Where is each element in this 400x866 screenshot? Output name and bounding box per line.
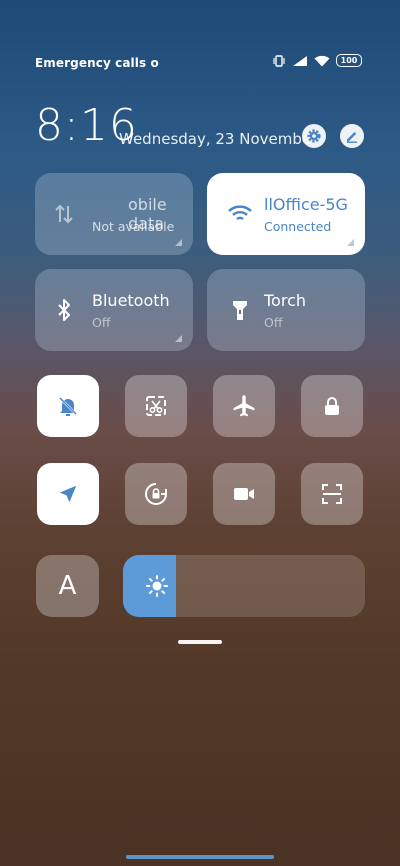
wifi-network-name: llOffice-5G bbox=[264, 195, 348, 214]
tile-mobile-data[interactable]: obile data Not available bbox=[35, 173, 193, 255]
gear-icon bbox=[306, 128, 322, 144]
screen-recorder-toggle[interactable] bbox=[213, 463, 275, 525]
tile-bluetooth[interactable]: Bluetooth Off bbox=[35, 269, 193, 351]
torch-status: Off bbox=[264, 315, 283, 330]
status-bar: Emergency calls o 100 bbox=[35, 54, 362, 72]
clock-date: Wednesday, 23 November bbox=[119, 130, 318, 148]
tile-wifi[interactable]: llOffice-5G Connected bbox=[207, 173, 365, 255]
scan-icon bbox=[320, 482, 344, 506]
wifi-status: Connected bbox=[264, 219, 332, 234]
wifi-icon bbox=[227, 201, 253, 227]
status-icons: 100 bbox=[272, 54, 362, 67]
screenshot-icon bbox=[144, 394, 168, 418]
scanner-toggle[interactable] bbox=[301, 463, 363, 525]
tile-torch[interactable]: Torch Off bbox=[207, 269, 365, 351]
location-toggle[interactable] bbox=[37, 463, 99, 525]
expand-corner bbox=[347, 239, 354, 246]
airplane-mode-toggle[interactable] bbox=[213, 375, 275, 437]
carrier-text: Emergency calls o bbox=[35, 56, 159, 70]
rotation-lock-toggle[interactable] bbox=[125, 463, 187, 525]
torch-icon bbox=[227, 297, 253, 323]
pencil-icon bbox=[344, 128, 360, 144]
mute-bell-icon bbox=[56, 394, 80, 418]
settings-button[interactable] bbox=[302, 124, 326, 148]
wifi-status-icon bbox=[314, 55, 330, 67]
edit-button[interactable] bbox=[340, 124, 364, 148]
expand-corner bbox=[175, 239, 182, 246]
panel-drag-handle[interactable] bbox=[178, 640, 222, 644]
battery-indicator: 100 bbox=[336, 54, 362, 67]
mute-toggle[interactable] bbox=[37, 375, 99, 437]
rotation-lock-icon bbox=[143, 481, 169, 507]
lock-screen-toggle[interactable] bbox=[301, 375, 363, 437]
expand-corner bbox=[175, 335, 182, 342]
bluetooth-icon bbox=[51, 297, 77, 323]
signal-icon bbox=[292, 55, 308, 67]
airplane-icon bbox=[231, 393, 257, 419]
vibrate-icon bbox=[272, 54, 286, 67]
bluetooth-status: Off bbox=[92, 315, 111, 330]
sun-icon bbox=[145, 574, 169, 598]
font-size-button[interactable]: A bbox=[36, 555, 99, 617]
lock-icon bbox=[320, 394, 344, 418]
video-camera-icon bbox=[231, 481, 257, 507]
bluetooth-title: Bluetooth bbox=[92, 291, 170, 310]
brightness-slider[interactable] bbox=[123, 555, 365, 617]
mobile-data-status: Not available bbox=[92, 219, 175, 234]
font-size-label: A bbox=[58, 571, 77, 601]
torch-title: Torch bbox=[264, 291, 307, 310]
gesture-nav-bar[interactable] bbox=[126, 855, 274, 859]
data-arrows-icon bbox=[51, 201, 77, 227]
location-icon bbox=[57, 483, 79, 505]
screenshot-toggle[interactable] bbox=[125, 375, 187, 437]
